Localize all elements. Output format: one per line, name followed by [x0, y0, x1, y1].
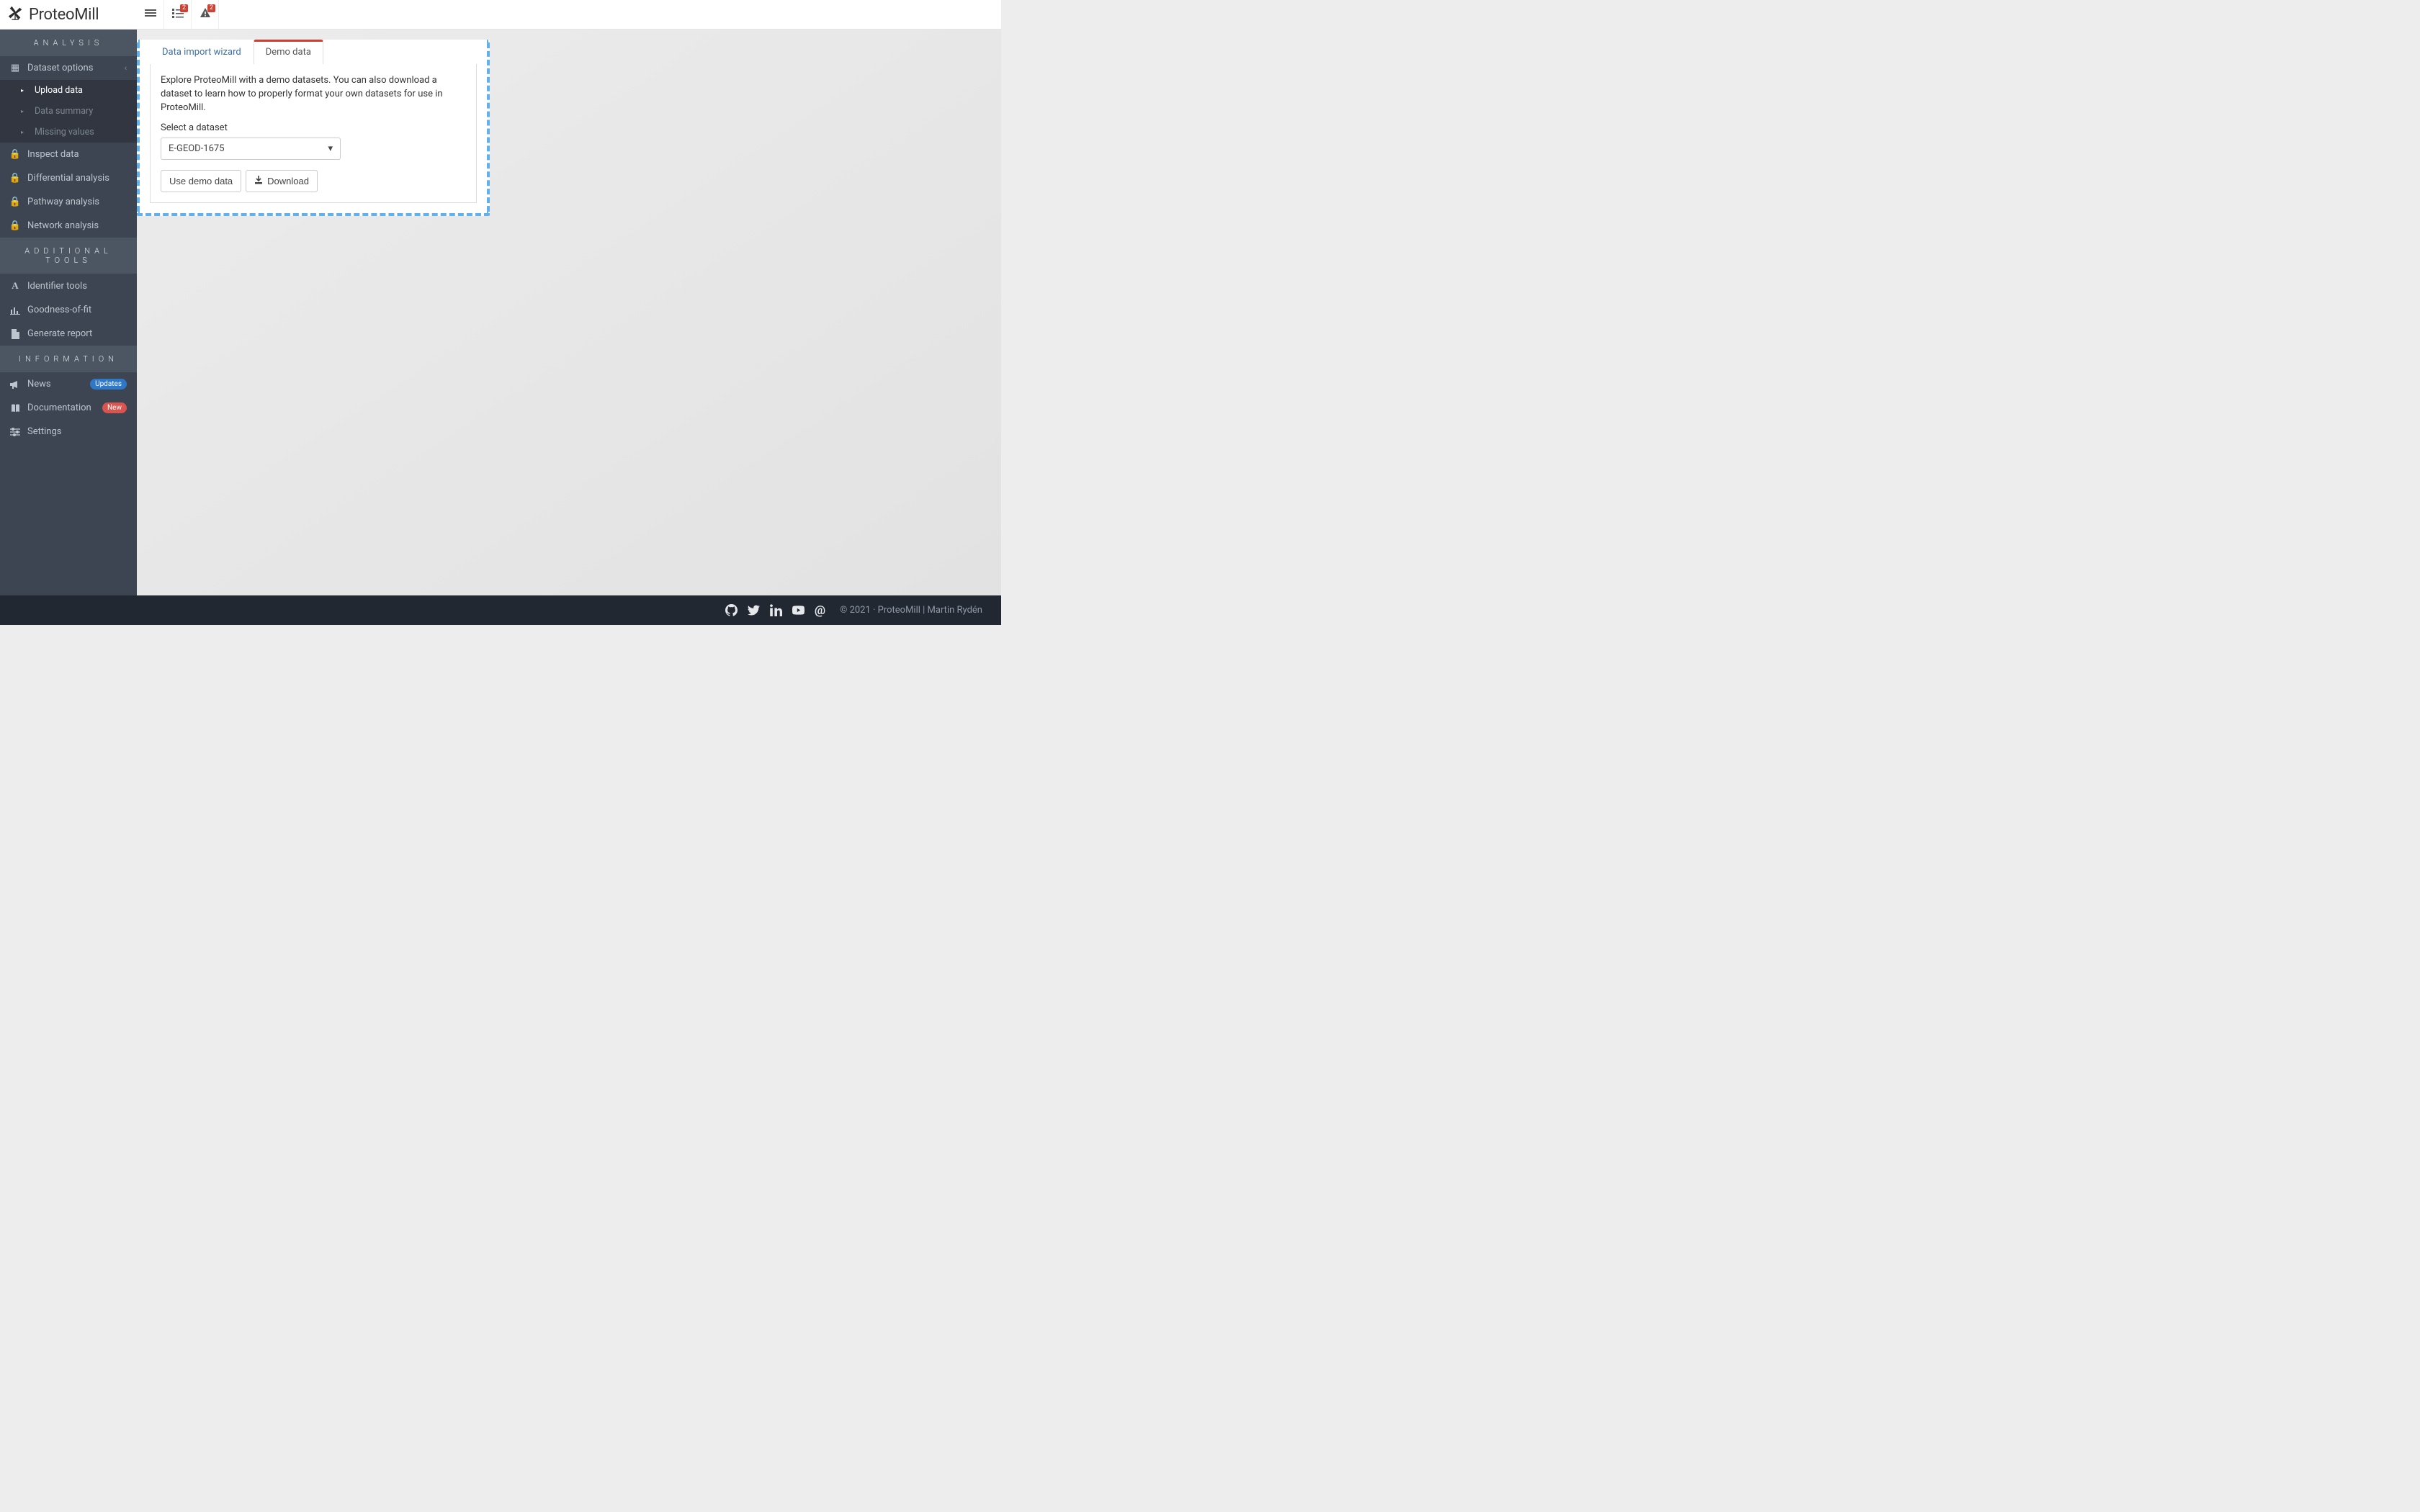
lock-icon: 🔒 [10, 149, 20, 160]
import-card: Data import wizard Demo data Explore Pro… [150, 40, 477, 203]
warnings-button[interactable]: 2 [192, 0, 219, 29]
sidebar-item-inspect-data[interactable]: 🔒 Inspect data [0, 143, 137, 166]
sidebar-item-label: Data summary [35, 106, 93, 117]
file-icon [10, 329, 20, 339]
caret-right-icon: ▸ [17, 129, 27, 135]
bar-chart-icon [10, 306, 20, 315]
warnings-badge: 2 [207, 4, 215, 12]
sidebar-item-documentation[interactable]: Documentation New [0, 396, 137, 420]
sidebar-item-upload-data[interactable]: ▸ Upload data [0, 80, 137, 101]
caret-right-icon: ▸ [17, 108, 27, 114]
windmill-icon [7, 4, 23, 24]
tab-bar: Data import wizard Demo data [150, 40, 477, 64]
messages-button[interactable]: 2 [164, 0, 192, 29]
download-icon [254, 176, 263, 186]
lock-icon: 🔒 [10, 220, 20, 231]
linkedin-link[interactable] [770, 604, 782, 616]
new-badge: New [102, 402, 127, 413]
dataset-select[interactable]: E-GEOD-1675 ▾ [161, 138, 341, 160]
table-icon: ▦ [10, 63, 20, 73]
tab-data-import-wizard[interactable]: Data import wizard [150, 40, 254, 64]
updates-badge: Updates [90, 379, 127, 390]
sidebar-item-differential-analysis[interactable]: 🔒 Differential analysis [0, 166, 137, 190]
bars-icon [145, 7, 156, 22]
dataset-select-value: E-GEOD-1675 [169, 143, 225, 154]
github-icon [725, 604, 738, 616]
sidebar: ANALYSIS ▦ Dataset options ‹ ▸ Upload da… [0, 30, 137, 595]
sidebar-item-label: Differential analysis [27, 173, 109, 184]
brand-name: ProteoMill [29, 6, 99, 24]
caret-right-icon: ▸ [17, 87, 27, 94]
linkedin-icon [770, 604, 782, 616]
sidebar-item-label: Generate report [27, 328, 92, 339]
sidebar-item-label: News [27, 379, 51, 390]
messages-badge: 2 [180, 4, 188, 12]
brand-block: ProteoMill [0, 0, 137, 29]
sidebar-item-identifier-tools[interactable]: A Identifier tools [0, 274, 137, 298]
sidebar-item-label: Pathway analysis [27, 197, 99, 207]
download-button[interactable]: Download [246, 170, 318, 192]
youtube-link[interactable] [792, 604, 805, 616]
email-link[interactable]: @ [815, 603, 825, 618]
sidebar-item-label: Inspect data [27, 149, 79, 160]
sidebar-item-data-summary[interactable]: ▸ Data summary [0, 101, 137, 122]
select-label: Select a dataset [161, 122, 466, 133]
sidebar-item-news[interactable]: News Updates [0, 372, 137, 396]
sidebar-item-label: Settings [27, 426, 61, 437]
button-label: Use demo data [169, 176, 233, 186]
sidebar-item-label: Upload data [35, 85, 83, 96]
chevron-left-icon: ‹ [125, 63, 127, 73]
caret-down-icon: ▾ [328, 143, 333, 154]
button-row: Use demo data Download [161, 170, 466, 192]
sidebar-item-pathway-analysis[interactable]: 🔒 Pathway analysis [0, 190, 137, 214]
sidebar-item-label: Goodness-of-fit [27, 305, 91, 315]
demo-description: Explore ProteoMill with a demo datasets.… [161, 74, 466, 115]
sidebar-item-settings[interactable]: Settings [0, 420, 137, 444]
youtube-icon [792, 604, 805, 616]
sidebar-item-goodness-of-fit[interactable]: Goodness-of-fit [0, 298, 137, 322]
tab-content-demo: Explore ProteoMill with a demo datasets.… [150, 64, 477, 203]
social-links: @ [725, 603, 825, 618]
at-icon: @ [815, 603, 825, 618]
bullhorn-icon [10, 380, 20, 389]
section-additional-tools: ADDITIONAL TOOLS [0, 238, 137, 274]
toggle-sidebar-button[interactable] [137, 0, 164, 29]
main-content: Data import wizard Demo data Explore Pro… [137, 30, 1001, 595]
sliders-icon [10, 428, 20, 436]
dropzone[interactable]: Data import wizard Demo data Explore Pro… [137, 40, 490, 216]
top-header: ProteoMill 2 2 [0, 0, 1001, 30]
section-information: INFORMATION [0, 346, 137, 372]
github-link[interactable] [725, 604, 738, 616]
lock-icon: 🔒 [10, 173, 20, 184]
sidebar-item-label: Network analysis [27, 220, 99, 231]
sidebar-item-label: Missing values [35, 127, 94, 138]
sidebar-item-label: Identifier tools [27, 281, 87, 292]
lock-icon: 🔒 [10, 197, 20, 207]
use-demo-data-button[interactable]: Use demo data [161, 170, 241, 192]
footer: @ © 2021 · ProteoMill | Martin Rydén [0, 595, 1001, 625]
twitter-link[interactable] [748, 604, 760, 616]
book-icon [10, 404, 20, 413]
twitter-icon [748, 604, 760, 616]
sidebar-item-label: Dataset options [27, 63, 93, 73]
sidebar-item-missing-values[interactable]: ▸ Missing values [0, 122, 137, 143]
sidebar-item-generate-report[interactable]: Generate report [0, 322, 137, 346]
font-icon: A [10, 280, 20, 292]
copyright-text: © 2021 · ProteoMill | Martin Rydén [840, 605, 982, 616]
sidebar-item-dataset-options[interactable]: ▦ Dataset options ‹ [0, 56, 137, 80]
button-label: Download [267, 176, 309, 186]
sidebar-item-label: Documentation [27, 402, 91, 413]
sidebar-item-network-analysis[interactable]: 🔒 Network analysis [0, 214, 137, 238]
section-analysis: ANALYSIS [0, 30, 137, 56]
tab-demo-data[interactable]: Demo data [254, 40, 323, 64]
sidebar-submenu-dataset-options: ▸ Upload data ▸ Data summary ▸ Missing v… [0, 80, 137, 143]
